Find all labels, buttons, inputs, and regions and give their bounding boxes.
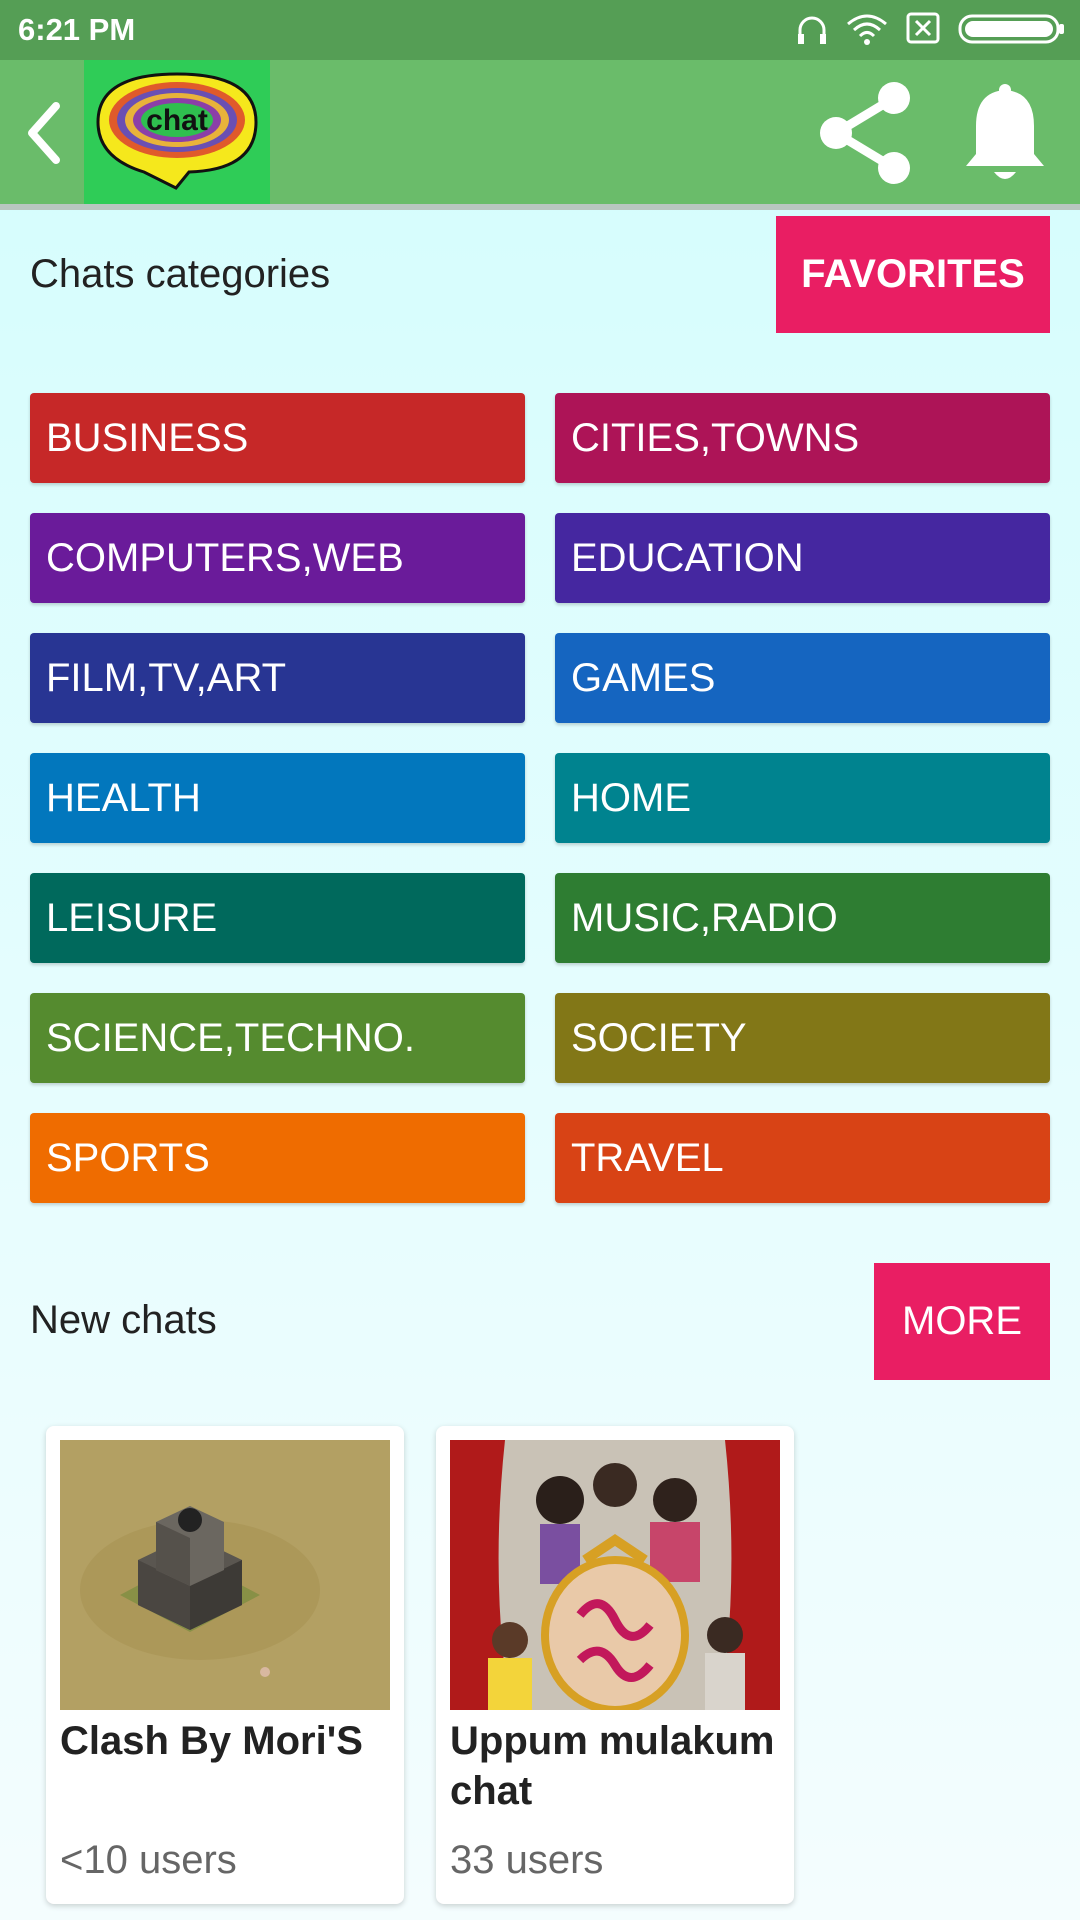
category-society[interactable]: SOCIETY <box>555 993 1050 1083</box>
favorites-button[interactable]: FAVORITES <box>776 216 1050 333</box>
chat-card[interactable]: Uppum mulakum chat 33 users <box>436 1426 794 1904</box>
share-icon <box>820 82 910 184</box>
headphones-icon <box>798 16 826 44</box>
notifications-button[interactable] <box>962 82 1048 186</box>
category-health[interactable]: HEALTH <box>30 753 525 843</box>
category-music-radio[interactable]: MUSIC,RADIO <box>555 873 1050 963</box>
category-leisure[interactable]: LEISURE <box>30 873 525 963</box>
category-travel[interactable]: TRAVEL <box>555 1113 1050 1203</box>
chat-title: Uppum mulakum chat <box>450 1719 775 1813</box>
status-bar: 6:21 PM <box>0 0 1080 60</box>
category-education[interactable]: EDUCATION <box>555 513 1050 603</box>
app-bar: chat <box>0 60 1080 206</box>
category-computers-web[interactable]: COMPUTERS,WEB <box>30 513 525 603</box>
back-button[interactable] <box>14 90 76 176</box>
chat-logo-icon: chat <box>96 72 258 190</box>
categories-grid: BUSINESS CITIES,TOWNS COMPUTERS,WEB EDUC… <box>30 393 1050 1203</box>
category-home[interactable]: HOME <box>555 753 1050 843</box>
category-science-techno[interactable]: SCIENCE,TECHNO. <box>30 993 525 1083</box>
more-button[interactable]: MORE <box>874 1263 1050 1380</box>
chevron-left-icon <box>28 102 60 164</box>
wifi-icon <box>847 14 887 45</box>
category-sports[interactable]: SPORTS <box>30 1113 525 1203</box>
chat-user-count: 33 users <box>450 1838 604 1882</box>
app-bar-divider <box>0 204 1080 210</box>
chat-user-count: <10 users <box>60 1838 237 1882</box>
logo-text: chat <box>146 104 208 137</box>
bell-icon <box>966 84 1044 179</box>
app-logo: chat <box>84 60 270 204</box>
share-button[interactable] <box>812 80 916 186</box>
no-sim-icon <box>906 12 940 44</box>
battery-icon <box>958 14 1064 44</box>
category-film-tv-art[interactable]: FILM,TV,ART <box>30 633 525 723</box>
category-cities-towns[interactable]: CITIES,TOWNS <box>555 393 1050 483</box>
chat-card[interactable]: Clash By Mori'S <10 users <box>46 1426 404 1904</box>
new-chats-title: New chats <box>30 1298 217 1342</box>
status-time: 6:21 PM <box>18 12 136 47</box>
chat-thumbnail <box>450 1440 780 1710</box>
category-games[interactable]: GAMES <box>555 633 1050 723</box>
chat-title: Clash By Mori'S <box>60 1719 363 1763</box>
categories-title: Chats categories <box>30 252 331 296</box>
category-business[interactable]: BUSINESS <box>30 393 525 483</box>
chat-thumbnail <box>60 1440 390 1710</box>
